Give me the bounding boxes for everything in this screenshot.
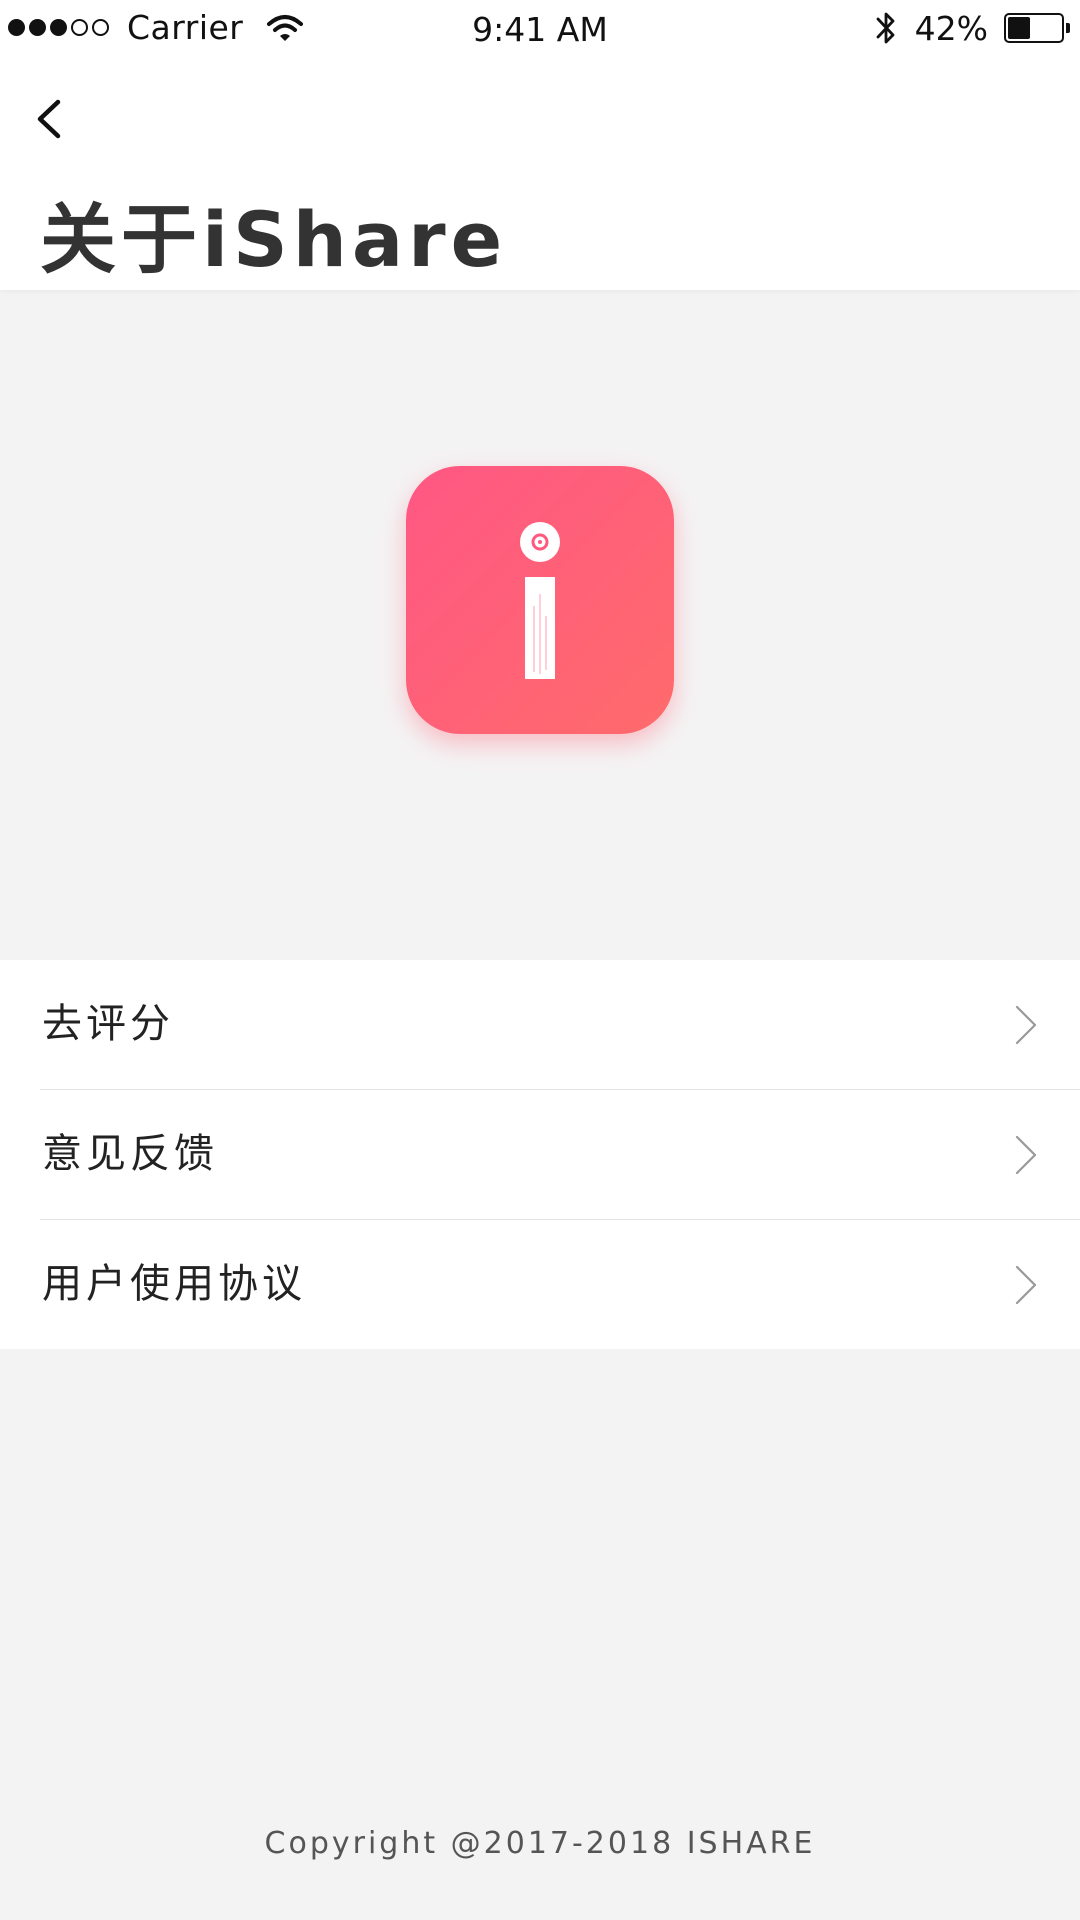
app-logo — [406, 466, 674, 734]
battery-level-fill — [1008, 17, 1030, 39]
ishare-logo-icon — [520, 522, 560, 679]
menu-item-label: 去评分 — [42, 1001, 174, 1047]
copyright-text: Copyright @2017-2018 ISHARE — [264, 1826, 816, 1861]
settings-menu-list: 去评分 意见反馈 用户使用协议 — [0, 960, 1080, 1349]
status-bar: Carrier 9:41 AM 42% — [0, 0, 1080, 60]
back-button[interactable] — [28, 88, 78, 148]
chevron-right-icon — [1015, 1005, 1037, 1045]
chevron-left-icon — [37, 99, 61, 139]
menu-item-rate[interactable]: 去评分 — [0, 960, 1080, 1089]
menu-item-feedback[interactable]: 意见反馈 — [0, 1090, 1080, 1219]
battery-icon — [1004, 13, 1070, 43]
bluetooth-icon — [876, 12, 895, 44]
page-title: 关于iShare — [40, 195, 508, 284]
menu-item-label: 用户使用协议 — [42, 1261, 306, 1307]
status-bar-right: 42% — [873, 8, 1070, 48]
battery-percentage: 42% — [914, 8, 988, 48]
chevron-right-icon — [1015, 1135, 1037, 1175]
menu-item-user-agreement[interactable]: 用户使用协议 — [0, 1220, 1080, 1349]
header: 关于iShare — [0, 60, 1080, 290]
chevron-right-icon — [1015, 1265, 1037, 1305]
menu-item-label: 意见反馈 — [42, 1131, 218, 1177]
